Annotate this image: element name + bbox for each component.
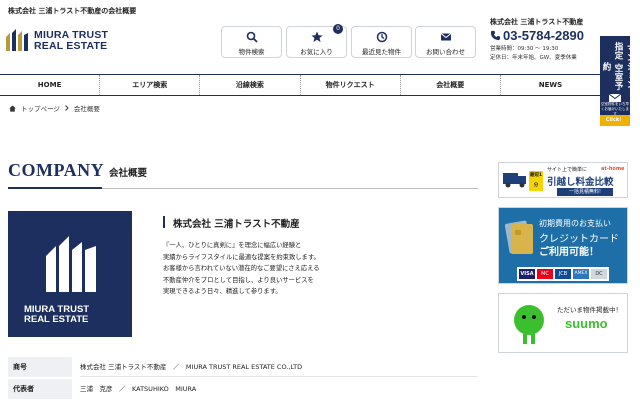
table-row-label: 代表者 xyxy=(8,379,72,399)
recently-viewed-button[interactable]: 最近見た物件 xyxy=(351,26,412,58)
moving-quote-top: サイト上で簡単に xyxy=(547,167,588,173)
suumo-logo: suumo xyxy=(565,316,608,331)
suumo-mascot-icon xyxy=(514,305,544,344)
suumo-banner[interactable]: ただいま物件掲載中！ suumo xyxy=(498,293,628,353)
company-heading-jp: 会社概要 xyxy=(109,168,148,179)
company-contact-info: 株式会社 三浦トラスト不動産 03-5784-2890 営業時間：09:30 〜… xyxy=(490,17,600,63)
nav-line-search[interactable]: 沿線検索 xyxy=(200,75,301,95)
history-icon xyxy=(376,31,387,43)
phone-icon xyxy=(490,30,501,41)
home-icon xyxy=(9,104,16,112)
moving-quote-main: 引越し料金比較 xyxy=(547,177,614,188)
visa-icon: VISA xyxy=(519,269,535,279)
favorites-count-badge: 0 xyxy=(333,24,343,34)
description-line: 実績からライフスタイルに最適な提案を約束致します。 xyxy=(163,253,320,261)
heading-underline xyxy=(102,188,478,189)
dc-icon: DC xyxy=(591,269,607,279)
mansion-vacancy-label: マンション指定 空室予約 xyxy=(601,41,635,91)
company-logo-mark-icon xyxy=(46,236,96,292)
amex-icon: AMEX xyxy=(573,269,589,279)
breadcrumb-current: 会社概要 xyxy=(73,105,100,113)
business-hours: 営業時間：09:30 〜 19:30 xyxy=(490,46,559,52)
table-row-value: 三浦 克彦 ／ KATSUHIKO MIURA xyxy=(80,385,197,393)
holidays: 定休日：年末年始、GW、夏季休業 xyxy=(490,55,577,61)
phone-number-text: 03-5784-2890 xyxy=(503,28,584,43)
moving-quote-brand: at-home xyxy=(601,166,625,172)
site-logo[interactable]: MIURA TRUST REAL ESTATE xyxy=(4,25,116,57)
breadcrumb: トップページ 会社概要 xyxy=(9,103,100,113)
contact-button[interactable]: お問い合わせ xyxy=(415,26,476,58)
jcb-icon: JCB xyxy=(555,269,571,279)
logo-text-line2: REAL ESTATE xyxy=(34,40,108,52)
page-top-title: 株式会社 三浦トラスト不動産の会社概要 xyxy=(8,7,137,15)
star-icon xyxy=(310,31,323,42)
search-icon xyxy=(246,31,258,43)
recently-viewed-label: 最近見た物件 xyxy=(362,48,401,56)
company-description: 『一人、ひとりに真剣に』を理念に幅広い経験と 実績からライフスタイルに最適な提案… xyxy=(163,240,363,298)
description-line: 『一人、ひとりに真剣に』を理念に幅広い経験と xyxy=(163,242,302,249)
moving-quote-sub: 一括見積無料! xyxy=(557,188,613,196)
mail-icon xyxy=(440,33,451,41)
description-line: お客様から言われていない潜在的なご要望にさえ応える xyxy=(163,265,320,273)
contact-label: お問い合わせ xyxy=(426,48,465,56)
phone-number[interactable]: 03-5784-2890 xyxy=(490,28,600,43)
credit-card-line1: 初期費用のお支払い xyxy=(539,219,611,228)
table-row-divider xyxy=(80,376,478,377)
favorites-button[interactable]: お気に入り 0 xyxy=(286,24,347,58)
property-search-label: 物件検索 xyxy=(238,48,265,56)
chevron-right-icon xyxy=(65,105,69,111)
suumo-tagline: ただいま物件掲載中！ xyxy=(557,306,622,314)
description-line: 不動産仲介をプロとして目指し、より良いサービスを xyxy=(163,276,314,284)
moving-quote-badge: 最短1分 xyxy=(529,171,543,191)
moving-quote-banner[interactable]: 最短1分 サイト上で簡単に at-home 引越し料金比較 一括見積無料! xyxy=(498,162,628,198)
nav-news[interactable]: NEWS xyxy=(501,75,600,95)
nav-home[interactable]: HOME xyxy=(0,75,101,95)
breadcrumb-home[interactable]: トップページ xyxy=(21,103,60,113)
envelope-icon xyxy=(609,94,621,102)
table-row-value: 株式会社 三浦トラスト不動産 ／ MIURA TRUST REAL ESTATE… xyxy=(80,363,303,371)
credit-card-icon xyxy=(505,220,533,254)
mansion-vacancy-reservation-button[interactable]: マンション指定 空室予約 空室物件をいち早くお届けいたします Click！ xyxy=(600,36,635,126)
mastercard-icon: MC xyxy=(537,269,553,279)
nav-company[interactable]: 会社概要 xyxy=(401,75,501,95)
credit-card-banner[interactable]: 初期費用のお支払い クレジットカード ご利用可能！ VISA MC JCB AM… xyxy=(498,207,628,284)
nav-property-request[interactable]: 物件リクエスト xyxy=(301,75,401,95)
heading-underline-accent xyxy=(8,187,102,189)
description-line: 実現できるよう日々、精進して参ります。 xyxy=(163,288,282,296)
header-company-name: 株式会社 三浦トラスト不動産 xyxy=(490,18,584,26)
logo-mark-icon xyxy=(6,29,28,51)
table-row: 商号 株式会社 三浦トラスト不動産 ／ MIURA TRUST REAL EST… xyxy=(8,357,478,377)
company-logo-line2: REAL ESTATE xyxy=(24,314,89,325)
company-name: 株式会社 三浦トラスト不動産 xyxy=(173,219,300,230)
global-nav: HOME エリア検索 沿線検索 物件リクエスト 会社概要 NEWS xyxy=(0,74,600,96)
table-row-label: 商号 xyxy=(8,357,72,377)
table-row: 代表者 三浦 克彦 ／ KATSUHIKO MIURA xyxy=(8,379,478,399)
favorites-label: お気に入り xyxy=(300,48,333,56)
credit-card-line3: ご利用可能！ xyxy=(539,247,599,258)
company-name-accent xyxy=(163,216,165,228)
truck-icon xyxy=(503,173,526,188)
property-search-button[interactable]: 物件検索 xyxy=(221,26,282,58)
company-logo-image: MIURA TRUST REAL ESTATE xyxy=(8,211,132,337)
card-brand-strip: VISA MC JCB AMEX DC xyxy=(517,267,609,281)
mansion-click-label: Click！ xyxy=(600,115,630,126)
nav-area-search[interactable]: エリア検索 xyxy=(100,75,201,95)
company-heading-en: COMPANY xyxy=(8,160,105,180)
